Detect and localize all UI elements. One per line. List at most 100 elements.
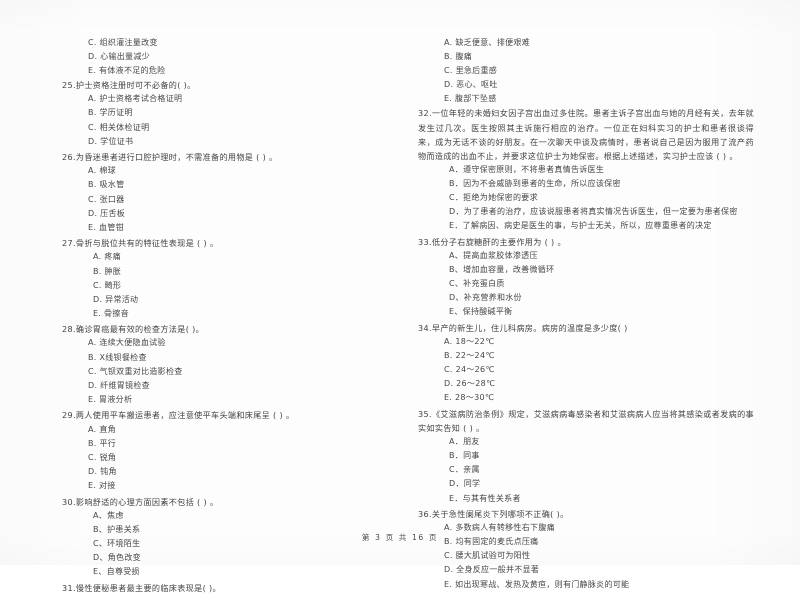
option-item: C、补充蛋白质 xyxy=(449,279,505,289)
option-item: D. 26～28℃ xyxy=(444,379,496,389)
question-stem: 26.为昏迷患者进行口腔护理时，不需准备的用物是 ( ) 。 xyxy=(62,150,390,164)
question-28: 28.确诊胃癌最有效的检查方法是( )。 A. 连续大便隐血试验 B. X线钡餐… xyxy=(62,322,390,407)
option-item: E. 如出现寒战、发热及黄疸，则有门静脉炎的可能 xyxy=(444,579,630,589)
question-number: 27. xyxy=(62,238,76,249)
option-item: D. 心输出量减少 xyxy=(88,52,150,62)
option-item: B．同事 xyxy=(449,451,480,461)
option-item: B. 肿胀 xyxy=(93,266,122,276)
option-item: E. 腹部下坠感 xyxy=(444,94,497,104)
option-item: A、提高血浆胶体渗透压 xyxy=(449,250,538,260)
question-number: 32. xyxy=(418,108,432,119)
question-34: 34.早产的新生儿，住儿科病房。病房的温度是多少度( ) A. 18～22℃ B… xyxy=(418,321,754,406)
question-stem: 36.关于急性阑尾炎下列哪项不正确( )。 xyxy=(418,507,754,521)
question-text: 关于急性阑尾炎下列哪项不正确( )。 xyxy=(431,509,569,520)
question-stem: 34.早产的新生儿，住儿科病房。病房的温度是多少度( ) xyxy=(418,321,754,335)
question-31: 31.慢性便秘患者最主要的临床表现是( )。 xyxy=(62,581,390,595)
option-item: E、保持酸碱平衡 xyxy=(449,307,513,317)
option-item: C．拒绝为她保密的要求 xyxy=(449,193,538,203)
option-item: A．遵守保密原则，不将患者真情告诉医生 xyxy=(449,164,605,174)
page-footer: 第 3 页 共 16 页 xyxy=(361,533,439,542)
option-item: A. 护士资格考试合格证明 xyxy=(88,94,183,104)
option-item: B. 学历证明 xyxy=(88,108,133,118)
option-item: D. 纤维胃镜检查 xyxy=(88,380,150,390)
option-item: E、自尊受损 xyxy=(93,566,140,576)
option-item: A. 连续大便隐血试验 xyxy=(88,338,166,348)
question-number: 35. xyxy=(418,408,432,419)
question-32: 32.一位年轻的未婚妇女因子宫出血过多住院。患者主诉子宫出血与她的月经有关，去年… xyxy=(418,106,754,233)
question-text: 慢性便秘患者最主要的临床表现是( )。 xyxy=(75,582,221,593)
option-item: D. 学位证书 xyxy=(88,136,134,146)
question-text: 影响舒适的心理方面因素不包括 ( ) 。 xyxy=(75,496,219,507)
option-item: C. 相关体检证明 xyxy=(88,122,150,132)
right-column: A. 缺乏便意、排便艰难 B. 腹痛 C. 里急后重感 D. 恶心、呕吐 E. … xyxy=(400,36,800,596)
question-25: 25.护士资格注册时可不必备的( )。 A. 护士资格考试合格证明 B. 学历证… xyxy=(62,78,390,148)
option-item: E. 胃液分析 xyxy=(88,394,133,404)
exam-page: C. 组织灌注量改变 D. 心输出量减少 E. 有体液不足的危险 25.护士资格… xyxy=(0,0,800,593)
option-item: A、焦虑 xyxy=(93,510,124,520)
option-item: B. 平行 xyxy=(88,438,117,448)
question-text: 早产的新生儿，住儿科病房。病房的温度是多少度( ) xyxy=(431,322,628,333)
question-stem: 33.低分子右旋糖酐的主要作用为 ( ) 。 xyxy=(418,235,754,249)
option-item: A. 缺乏便意、排便艰难 xyxy=(444,38,531,47)
question-text: 骨折与脱位共有的特征性表现是 ( ) 。 xyxy=(75,238,219,249)
option-item: E．与其有性关系者 xyxy=(449,493,521,503)
option-item: E. 28～30℃ xyxy=(444,393,495,403)
option-item: C. 腰大肌试验可为阳性 xyxy=(444,551,531,561)
question-text: 为昏迷患者进行口腔护理时，不需准备的用物是 ( ) 。 xyxy=(75,152,278,163)
question-text: 低分子右旋糖酐的主要作用为 ( ) 。 xyxy=(431,236,566,247)
option-item: B. 吸水管 xyxy=(88,180,125,190)
option-item: E. 血管钳 xyxy=(88,222,124,232)
option-item: D. 压舌板 xyxy=(88,208,126,218)
question-27: 27.骨折与脱位共有的特征性表现是 ( ) 。 A. 疼痛 B. 肿胀 C. 畸… xyxy=(62,236,390,321)
option-item: A．朋友 xyxy=(449,437,480,447)
option-item: A. 18～22℃ xyxy=(444,336,495,346)
continued-options-right: A. 缺乏便意、排便艰难 B. 腹痛 C. 里急后重感 D. 恶心、呕吐 E. … xyxy=(418,36,754,106)
option-item: C. 张口器 xyxy=(88,194,125,204)
option-item: D、补充营养和水份 xyxy=(449,293,522,303)
question-26: 26.为昏迷患者进行口腔护理时，不需准备的用物是 ( ) 。 A. 棉球 B. … xyxy=(62,150,390,235)
question-number: 26. xyxy=(62,152,76,163)
option-item: D. 恶心、呕吐 xyxy=(444,80,498,90)
question-number: 33. xyxy=(418,236,432,247)
option-item: A. 直角 xyxy=(88,424,116,434)
option-item: C. 里急后重感 xyxy=(444,66,498,76)
question-number: 29. xyxy=(62,410,76,421)
option-item: B、增加血容量，改善微循环 xyxy=(449,265,555,274)
question-29: 29.两人使用平车搬运患者，应注意使平车头端和床尾呈 ( ) 。 A. 直角 B… xyxy=(62,408,390,493)
question-number: 25. xyxy=(62,80,76,91)
question-stem: 25.护士资格注册时可不必备的( )。 xyxy=(62,78,390,92)
option-item: D、角色改变 xyxy=(93,552,141,562)
question-number: 34. xyxy=(418,322,432,333)
continued-options-left: C. 组织灌注量改变 D. 心输出量减少 E. 有体液不足的危险 xyxy=(62,36,390,78)
question-35: 35.《艾滋病防治条例》规定，艾滋病病毒感染者和艾滋病病人应当将其感染或者发病的… xyxy=(418,407,754,506)
two-column-layout: C. 组织灌注量改变 D. 心输出量减少 E. 有体液不足的危险 25.护士资格… xyxy=(0,36,800,596)
option-item: B. X线钡餐检查 xyxy=(88,352,147,362)
option-item: C．亲属 xyxy=(449,465,480,475)
question-number: 31. xyxy=(62,582,76,593)
option-item: A. 疼痛 xyxy=(93,252,121,262)
question-stem: 31.慢性便秘患者最主要的临床表现是( )。 xyxy=(62,581,390,595)
question-36: 36.关于急性阑尾炎下列哪项不正确( )。 A. 多数病人有转移性右下腹痛 B.… xyxy=(418,507,754,592)
option-item: B．因为不会威胁到患者的生命，所以应该保密 xyxy=(449,178,621,188)
question-text: 确诊胃癌最有效的检查方法是( )。 xyxy=(75,324,205,335)
option-item: E. 有体液不足的危险 xyxy=(88,66,166,76)
option-item: E．了解病因、病史是医生的事，与护士无关，所以，应尊重患者的决定 xyxy=(449,221,712,231)
question-text: 两人使用平车搬运患者，应注意使平车头端和床尾呈 ( ) 。 xyxy=(75,410,295,421)
option-item: C. 锐角 xyxy=(88,452,117,462)
option-item: D. 全身反应一般并不显著 xyxy=(444,565,540,575)
question-number: 28. xyxy=(62,324,76,335)
question-stem: 28.确诊胃癌最有效的检查方法是( )。 xyxy=(62,322,390,336)
question-stem: 29.两人使用平车搬运患者，应注意使平车头端和床尾呈 ( ) 。 xyxy=(62,408,390,422)
question-text: 一位年轻的未婚妇女因子宫出血过多住院。患者主诉子宫出血与她的月经有关，去年就发生… xyxy=(418,108,754,161)
option-item: A. 棉球 xyxy=(88,166,116,176)
option-item: B. 腹痛 xyxy=(444,52,473,62)
question-stem: 30.影响舒适的心理方面因素不包括 ( ) 。 xyxy=(62,495,390,509)
question-stem: 35.《艾滋病防治条例》规定，艾滋病病毒感染者和艾滋病病人应当将其感染或者发病的… xyxy=(418,407,754,435)
option-item: C. 气钡双重对比造影检查 xyxy=(88,366,183,376)
question-stem: 32.一位年轻的未婚妇女因子宫出血过多住院。患者主诉子宫出血与她的月经有关，去年… xyxy=(418,106,754,162)
option-item: C. 畸形 xyxy=(93,280,122,290)
option-item: D. 异常活动 xyxy=(93,294,139,304)
question-number: 36. xyxy=(418,509,432,520)
option-item: C. 24～26℃ xyxy=(444,365,495,375)
question-text: 《艾滋病防治条例》规定，艾滋病病毒感染者和艾滋病病人应当将其感染或者发病的事实如… xyxy=(418,408,754,434)
